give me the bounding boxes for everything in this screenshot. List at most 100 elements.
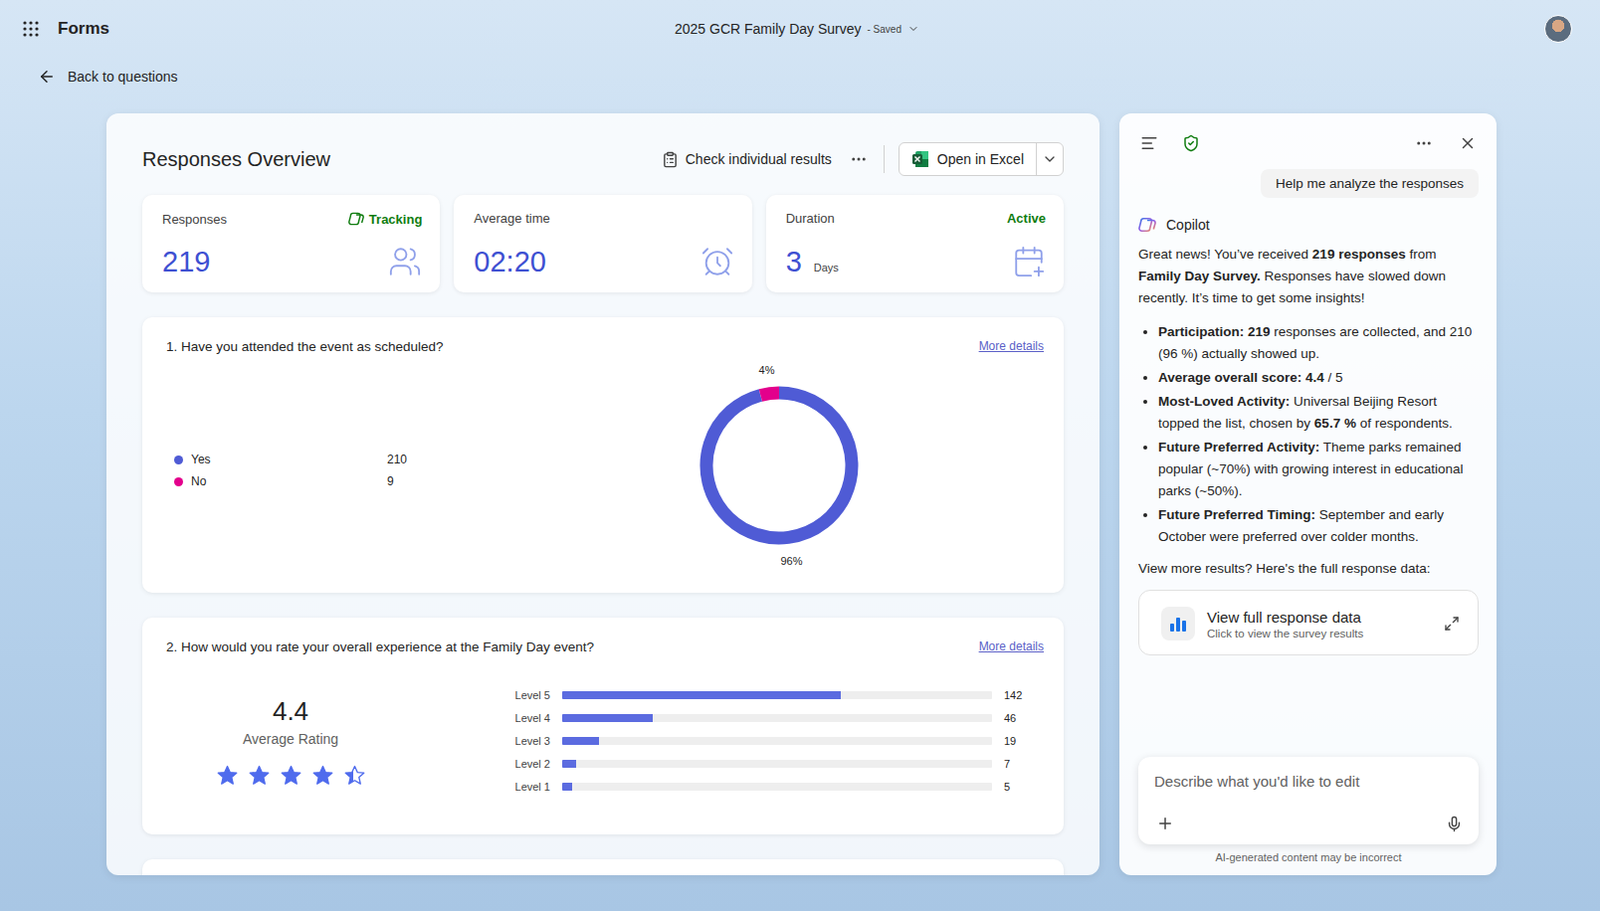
- bold-text: Participation:: [1158, 324, 1244, 340]
- stat-card: Responses Tracking 219: [142, 195, 440, 293]
- bar-label: Level 2: [414, 758, 551, 771]
- panel-header: [1138, 127, 1479, 160]
- question-title: 2. How would you rate your overall exper…: [166, 639, 595, 655]
- stat-value: 3: [786, 246, 802, 279]
- stat-value: 219: [162, 246, 210, 279]
- stat-bottom: 3 Days: [786, 244, 1046, 279]
- back-button[interactable]: Back to questions: [0, 57, 1600, 96]
- legend-count: 9: [387, 474, 427, 489]
- insight-item: Future Preferred Timing: September and e…: [1158, 504, 1479, 549]
- average-rating: 4.4Average Rating: [166, 696, 415, 787]
- copilot-intro: Great news! You’ve received 219 response…: [1138, 243, 1479, 310]
- bar-count: 142: [1003, 689, 1044, 702]
- panel-more-button[interactable]: [1412, 132, 1435, 155]
- bold-text: 65.7 %: [1314, 415, 1357, 431]
- stat-top: Responses Tracking: [162, 210, 422, 227]
- legend-row: Yes210: [174, 452, 660, 467]
- more-button[interactable]: [847, 148, 870, 171]
- bar-count: 7: [1003, 758, 1044, 771]
- donut-segment[interactable]: 4%: [759, 364, 780, 397]
- bar-track: [562, 691, 993, 700]
- legend-label: Yes: [174, 452, 388, 467]
- user-prompt: Help me analyze the responses: [1260, 169, 1479, 199]
- stat-badge: Tracking: [348, 210, 422, 227]
- alarm-clock-icon: [700, 244, 735, 279]
- close-button[interactable]: [1456, 132, 1479, 155]
- chart-icon-box: [1161, 606, 1196, 641]
- bar-row: Level 319: [414, 735, 1044, 748]
- mic-button[interactable]: [1443, 813, 1465, 835]
- donut-chart: 96%4%: [659, 354, 899, 576]
- bold-text: Future Preferred Timing:: [1158, 507, 1316, 523]
- check-results-button[interactable]: Check individual results: [659, 147, 834, 173]
- insight-list: Participation: 219 responses are collect…: [1138, 321, 1479, 549]
- stat-label: Average time: [473, 210, 550, 226]
- app-launcher-icon[interactable]: [21, 19, 40, 38]
- attach-button[interactable]: [1154, 812, 1177, 835]
- question-header: 2. How would you rate your overall exper…: [166, 639, 1044, 655]
- calendar-icon: [1011, 244, 1046, 279]
- menu-button[interactable]: [1138, 132, 1161, 155]
- bar-fill: [562, 760, 577, 769]
- stat-badge: Active: [1006, 210, 1046, 226]
- star-icon: [312, 765, 334, 787]
- bar-track: [562, 714, 993, 723]
- bar-label: Level 4: [414, 712, 551, 725]
- chart-icon: [1168, 613, 1189, 634]
- divider: [883, 145, 885, 174]
- insight-item: Participation: 219 responses are collect…: [1158, 321, 1479, 366]
- stat-unit: Days: [813, 261, 839, 274]
- messages: Help me analyze the responsesCopilotGrea…: [1138, 159, 1479, 748]
- full-data-card[interactable]: View full response dataClick to view the…: [1138, 590, 1479, 656]
- user-avatar[interactable]: [1544, 14, 1573, 43]
- bar-row: Level 5 142: [414, 689, 1044, 702]
- stats-row: Responses Tracking 219 Average time 02:20 Dur…: [142, 195, 1064, 293]
- excel-dropdown-button[interactable]: [1035, 143, 1063, 176]
- document-title[interactable]: 2025 GCR Family Day Survey- Saved: [674, 20, 920, 37]
- ellipsis-icon: [849, 150, 868, 169]
- bold-text: Future Preferred Activity:: [1158, 439, 1320, 455]
- brand: Forms: [21, 18, 675, 39]
- chevron-down-icon: [907, 22, 920, 35]
- question-header: 1. Have you attended the event as schedu…: [166, 339, 1044, 355]
- app-name[interactable]: Forms: [57, 18, 110, 39]
- legend-dot: [174, 477, 184, 487]
- stat-label: Responses: [162, 211, 227, 227]
- excel-icon: [911, 150, 930, 169]
- bar-fill: [562, 737, 600, 746]
- star-icon: [248, 765, 270, 787]
- insight-item: Most-Loved Activity: Universal Beijing R…: [1158, 391, 1479, 435]
- overview-header: Responses OverviewCheck individual resul…: [142, 141, 1064, 178]
- stat-top: Average time: [473, 210, 734, 226]
- expand-icon: [1443, 615, 1460, 632]
- chevron-down-icon: [1041, 151, 1058, 168]
- more-details-link[interactable]: More details: [979, 339, 1044, 354]
- text: Great news! You’ve received: [1138, 246, 1313, 262]
- prompt-input[interactable]: [1154, 769, 1465, 795]
- ellipsis-icon: [1414, 134, 1433, 153]
- insight-item: Average overall score: 4.4 / 5: [1158, 367, 1479, 390]
- text: from: [1405, 246, 1437, 262]
- bar-label: Level 5: [414, 689, 551, 702]
- chart-legend: Yes210 No9: [166, 452, 660, 489]
- rating-body: 4.4Average RatingLevel 5142Level 446Leve…: [166, 664, 1044, 817]
- more-details-link[interactable]: More details: [979, 639, 1044, 654]
- question-card: 1. Have you attended the event as schedu…: [142, 317, 1064, 594]
- stat-value: 02:20: [473, 246, 547, 279]
- legend-label: No: [174, 474, 388, 489]
- tracking-icon: [348, 210, 365, 227]
- legend-row: No9: [174, 474, 660, 489]
- donut-segment[interactable]: 96%: [706, 393, 852, 568]
- stat-top: DurationActive: [786, 210, 1046, 226]
- bold-text: Family Day Survey.: [1138, 268, 1261, 284]
- save-status: - Saved: [867, 23, 902, 35]
- bar-track: [562, 737, 993, 746]
- open-in-excel-button[interactable]: Open in Excel: [899, 143, 1036, 176]
- panel-header-left: [1138, 132, 1200, 155]
- stat-value-wrap: 02:20: [473, 246, 547, 279]
- header-actions: Check individual results Open in Excel: [659, 142, 1064, 177]
- rating-bars: Level 5142Level 446Level 319Level 27Leve…: [414, 689, 1044, 794]
- bold-text: Average overall score: 4.4: [1158, 370, 1325, 386]
- bar-count: 5: [1003, 781, 1044, 794]
- disclaimer: AI-generated content may be incorrect: [1138, 851, 1479, 864]
